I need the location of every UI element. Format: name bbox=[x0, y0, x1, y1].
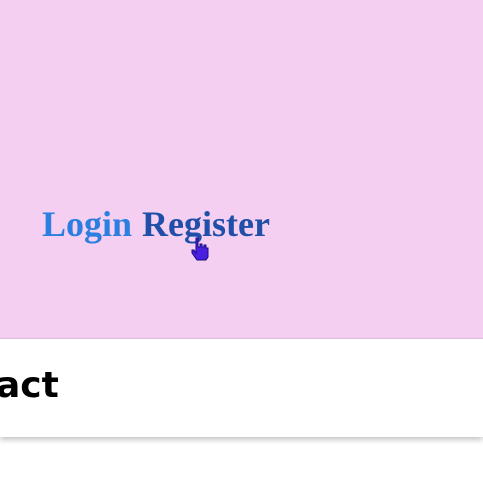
pointer-hand-icon bbox=[190, 236, 210, 262]
login-link[interactable]: Login bbox=[42, 204, 132, 244]
hero-panel: Login Register bbox=[0, 0, 483, 338]
card-title: act bbox=[0, 365, 59, 406]
content-card: act bbox=[0, 338, 483, 437]
auth-links: Login Register bbox=[42, 201, 270, 247]
